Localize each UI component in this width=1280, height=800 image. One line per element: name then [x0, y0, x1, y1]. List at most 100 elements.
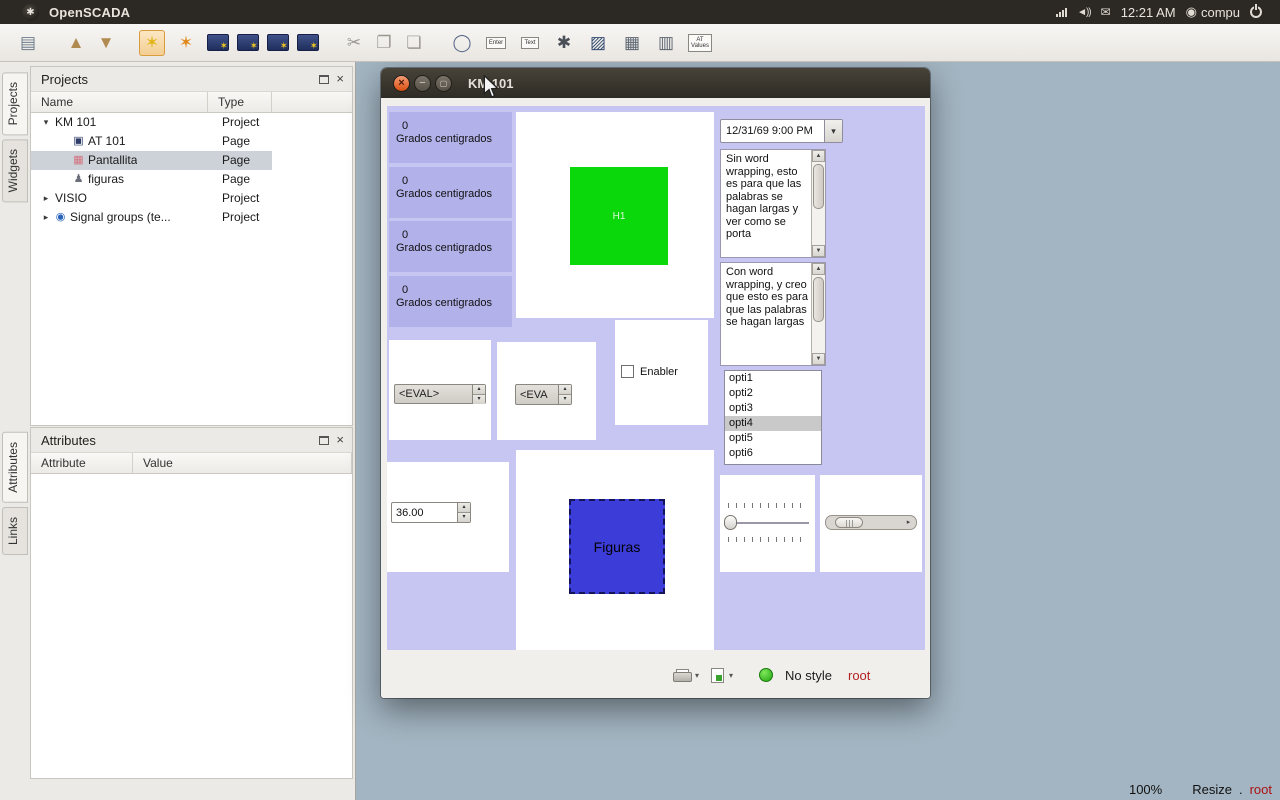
window-maximize-button[interactable] — [435, 75, 452, 92]
tree-row-signal-groups-te[interactable]: ▸◉Signal groups (te...Project — [31, 208, 272, 227]
openscada-logo-icon[interactable] — [22, 4, 39, 21]
tab-widgets[interactable]: Widgets — [2, 139, 28, 202]
vertical-scrollbar[interactable] — [811, 263, 825, 365]
scroll-up-icon[interactable] — [812, 150, 825, 162]
column-header-attribute[interactable]: Attribute — [31, 453, 133, 473]
vertical-scrollbar[interactable] — [811, 150, 825, 257]
scroll-thumb[interactable] — [813, 164, 824, 209]
username[interactable]: compu — [1201, 5, 1240, 20]
power-icon[interactable] — [1250, 6, 1262, 18]
figuras-blue-square[interactable]: Figuras — [569, 499, 665, 594]
column-header-value[interactable]: Value — [133, 453, 352, 473]
panel-close-icon[interactable] — [336, 435, 344, 445]
panel-float-icon[interactable] — [319, 75, 329, 84]
column-header-name[interactable]: Name — [31, 92, 208, 112]
stop-project-icon[interactable]: ✶ — [173, 30, 199, 56]
run-project-icon[interactable]: ✶ — [139, 30, 165, 56]
scroll-thumb[interactable] — [813, 277, 824, 322]
textarea-wrap[interactable]: Con word wrapping, y creo que esto es pa… — [720, 262, 826, 366]
clock[interactable]: 12:21 AM — [1121, 5, 1176, 20]
panel-close-icon[interactable] — [336, 74, 344, 84]
scroll-down-icon[interactable] — [812, 353, 825, 365]
scrollbar-widget[interactable] — [820, 475, 922, 572]
list-item[interactable]: opti4 — [725, 416, 821, 431]
grados-widget[interactable]: 0 Grados centigrados — [389, 167, 512, 218]
scroll-right-icon[interactable] — [902, 517, 915, 528]
expander-icon[interactable]: ▾ — [39, 113, 53, 132]
eval-combobox[interactable]: <EVAL> — [394, 384, 486, 404]
list-item[interactable]: opti6 — [725, 446, 821, 461]
grados-widget[interactable]: 0 Grados centigrados — [389, 276, 512, 327]
scrollbar-thumb[interactable] — [835, 517, 863, 528]
network-signal-icon[interactable] — [1056, 8, 1067, 17]
tree-row-at-101[interactable]: ▣AT 101Page — [31, 132, 272, 151]
tree-row-pantallita[interactable]: ▦PantallitaPage — [31, 151, 272, 170]
scroll-up-icon[interactable] — [812, 263, 825, 275]
slider-widget[interactable] — [720, 475, 815, 572]
number-spinbox[interactable]: 36.00 — [391, 502, 471, 523]
media-widget-icon[interactable]: ▨ — [585, 30, 611, 56]
at-values-widget-icon[interactable]: AT Values — [687, 30, 713, 56]
display-4-icon[interactable]: ✶ — [297, 34, 319, 51]
dropdown-arrow-icon[interactable] — [824, 120, 842, 142]
display-2-icon[interactable]: ✶ — [237, 34, 259, 51]
paste-icon[interactable]: ❏ — [401, 30, 427, 56]
expander-icon[interactable]: ▸ — [39, 189, 53, 208]
tree-row-visio[interactable]: ▸VISIOProject — [31, 189, 272, 208]
options-listbox[interactable]: opti1 opti2 opti3 opti4 opti5 opti6 — [724, 370, 822, 465]
list-item[interactable]: opti5 — [725, 431, 821, 446]
eva-combobox[interactable]: <EVA — [515, 384, 572, 405]
document-widget-icon[interactable]: ▥ — [653, 30, 679, 56]
figuras-container-widget[interactable]: Figuras — [516, 450, 714, 650]
text-widget-icon[interactable]: Text — [517, 30, 543, 56]
list-item[interactable]: opti1 — [725, 371, 821, 386]
window-titlebar[interactable]: KM 101 — [381, 68, 930, 98]
export-dropdown-icon[interactable] — [729, 671, 733, 680]
spin-container-widget[interactable]: 36.00 — [387, 462, 509, 572]
scroll-down-icon[interactable] — [812, 245, 825, 257]
enabler-container-widget[interactable]: Enabler — [615, 320, 708, 425]
print-icon[interactable]: ▤ — [15, 30, 41, 56]
tree-row-km-101[interactable]: ▾KM 101Project — [31, 113, 272, 132]
ellipse-widget-icon[interactable]: ◯ — [449, 30, 475, 56]
horizontal-scrollbar[interactable] — [825, 515, 917, 530]
cut-icon[interactable]: ✂ — [341, 30, 367, 56]
print-dropdown-icon[interactable] — [695, 671, 699, 680]
enabler-checkbox[interactable]: Enabler — [621, 365, 678, 378]
textarea-wrap-text[interactable]: Con word wrapping, y creo que esto es pa… — [721, 263, 810, 365]
datetime-picker[interactable]: 12/31/69 9:00 PM — [720, 119, 843, 143]
column-header-type[interactable]: Type — [208, 92, 272, 112]
textarea-no-wrap[interactable]: Sin word wrapping, esto es para que las … — [720, 149, 826, 258]
eva-container-widget[interactable]: <EVA — [497, 342, 596, 440]
print-button[interactable] — [673, 669, 690, 682]
h1-green-square[interactable]: H1 — [570, 167, 668, 265]
list-item[interactable]: opti2 — [725, 386, 821, 401]
grados-widget[interactable]: 0 Grados centigrados — [389, 221, 512, 272]
tab-projects[interactable]: Projects — [2, 72, 28, 135]
status-indicator-icon[interactable] — [759, 668, 773, 682]
slider-handle[interactable] — [724, 515, 737, 530]
function-widget-icon[interactable]: ✱ — [551, 30, 577, 56]
copy-icon[interactable]: ❐ — [371, 30, 397, 56]
page-canvas[interactable]: 0 Grados centigrados 0 Grados centigrado… — [387, 106, 925, 650]
textarea-no-wrap-text[interactable]: Sin word wrapping, esto es para que las … — [721, 150, 810, 257]
grados-widget[interactable]: 0 Grados centigrados — [389, 112, 512, 163]
window-minimize-button[interactable] — [414, 75, 431, 92]
user-menu-icon[interactable] — [1186, 4, 1197, 20]
tab-links[interactable]: Links — [2, 507, 28, 555]
list-item[interactable]: opti3 — [725, 401, 821, 416]
group-widget-icon[interactable]: ▦ — [619, 30, 645, 56]
display-3-icon[interactable]: ✶ — [267, 34, 289, 51]
eval-container-widget[interactable]: <EVAL> — [389, 340, 491, 440]
volume-icon[interactable] — [1077, 7, 1091, 18]
checkbox-box[interactable] — [621, 365, 634, 378]
display-1-icon[interactable]: ✶ — [207, 34, 229, 51]
panel-float-icon[interactable] — [319, 436, 329, 445]
tree-row-figuras[interactable]: ♟figurasPage — [31, 170, 272, 189]
window-close-button[interactable] — [393, 75, 410, 92]
h1-container-widget[interactable]: H1 — [516, 112, 714, 318]
db-load-icon[interactable]: ▲ — [63, 30, 89, 56]
db-save-icon[interactable]: ▼ — [93, 30, 119, 56]
slider-groove[interactable] — [726, 522, 809, 524]
tab-attributes[interactable]: Attributes — [2, 432, 28, 503]
